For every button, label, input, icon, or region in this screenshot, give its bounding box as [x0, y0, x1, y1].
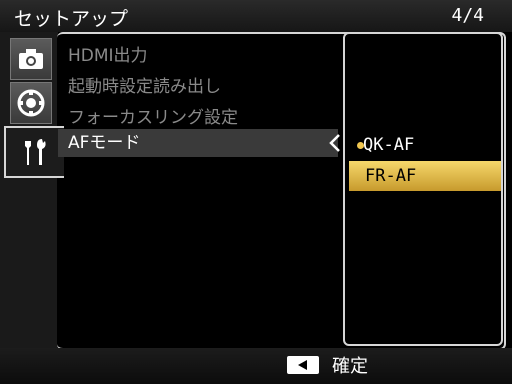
- option-qk-af[interactable]: QK-AF: [349, 130, 501, 160]
- tab-camera[interactable]: [10, 38, 52, 80]
- page-indicator: 4/4: [451, 5, 484, 26]
- left-button-icon[interactable]: [287, 356, 319, 374]
- chevron-left-icon: [329, 134, 340, 152]
- footer-bar: [0, 348, 512, 384]
- menu-item-af-mode[interactable]: AFモード: [58, 129, 338, 157]
- camera-icon: [19, 49, 43, 69]
- af-mode-submenu: QK-AF FR-AF: [343, 32, 503, 346]
- dial-icon: [17, 89, 45, 117]
- page-title: セットアップ: [14, 8, 129, 30]
- confirm-label: 確定: [332, 356, 368, 377]
- option-fr-af[interactable]: FR-AF: [349, 161, 501, 191]
- tools-icon: [25, 139, 46, 165]
- tab-dial[interactable]: [10, 82, 52, 124]
- tab-setup[interactable]: [4, 126, 64, 178]
- current-setting-dot-icon: [357, 142, 364, 149]
- menu-item-hdmi[interactable]: HDMI出力: [68, 41, 148, 66]
- menu-item-startup-settings[interactable]: 起動時設定読み出し: [68, 72, 221, 97]
- menu-item-focus-ring[interactable]: フォーカスリング設定: [68, 103, 238, 128]
